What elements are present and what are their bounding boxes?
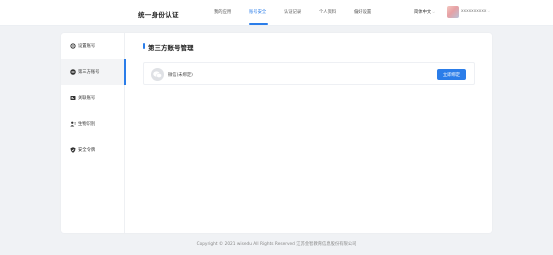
sidebar-item-label: 设置账号 — [78, 44, 96, 49]
id-card-icon — [70, 96, 76, 100]
link-icon — [70, 69, 76, 75]
language-select[interactable]: 简体中文⌵ — [414, 9, 435, 15]
sidebar-item-biometrics[interactable]: 生物识别 — [61, 111, 125, 137]
shield-icon — [70, 147, 76, 153]
username: xxxxxxxxxx — [461, 9, 487, 14]
avatar[interactable] — [447, 6, 459, 18]
language-label: 简体中文 — [414, 10, 432, 15]
brand-title: 统一身份认证 — [138, 11, 179, 19]
top-header: 统一身份认证 我的应用 账号安全 认证记录 个人资料 偏好设置 简体中文⌵ xx… — [0, 0, 553, 26]
nav-account-security[interactable]: 账号安全 — [249, 9, 266, 15]
wechat-icon — [151, 68, 164, 81]
wechat-bubbles-icon — [153, 71, 162, 78]
user-menu[interactable]: xxxxxxxxxx⌵ — [461, 9, 490, 14]
chevron-down-icon: ⌵ — [487, 9, 491, 13]
title-accent-bar — [143, 43, 145, 49]
nav-auth-records[interactable]: 认证记录 — [284, 9, 301, 15]
nav-profile[interactable]: 个人资料 — [319, 9, 336, 15]
sidebar-item-security-token[interactable]: 安全令牌 — [61, 137, 125, 163]
chevron-down-icon: ⌵ — [432, 10, 435, 14]
footer-copyright: Copyright © 2021 wisedu All Rights Reser… — [196, 242, 357, 247]
nav-my-apps[interactable]: 我的应用 — [214, 9, 231, 15]
sidebar-item-linked-accounts[interactable]: 关联账号 — [61, 85, 125, 111]
bind-now-button[interactable]: 立即绑定 — [437, 69, 466, 80]
sidebar-item-account-settings[interactable]: 设置账号 — [61, 33, 125, 59]
user-icon — [70, 121, 76, 127]
sidebar-item-label: 关联账号 — [78, 96, 96, 101]
sidebar-item-label: 第三方账号 — [78, 70, 100, 75]
sidebar-item-label: 安全令牌 — [78, 148, 96, 153]
nav-preferences[interactable]: 偏好设置 — [354, 9, 371, 15]
wechat-status-label: 微信(未绑定) — [168, 73, 193, 78]
gear-icon — [70, 43, 76, 49]
sidebar-item-third-party[interactable]: 第三方账号 — [61, 59, 126, 85]
binding-row-wechat: 微信(未绑定) 立即绑定 — [143, 62, 475, 85]
sidebar-item-label: 生物识别 — [78, 122, 96, 127]
sidebar: 设置账号 第三方账号 关联账号 生物识别 安全令牌 — [61, 33, 126, 233]
content-card: 设置账号 第三方账号 关联账号 生物识别 安全令牌 第三方账号管理 微信(未绑定… — [61, 33, 492, 233]
nav-active-indicator — [249, 23, 268, 25]
page-title: 第三方账号管理 — [148, 44, 194, 52]
